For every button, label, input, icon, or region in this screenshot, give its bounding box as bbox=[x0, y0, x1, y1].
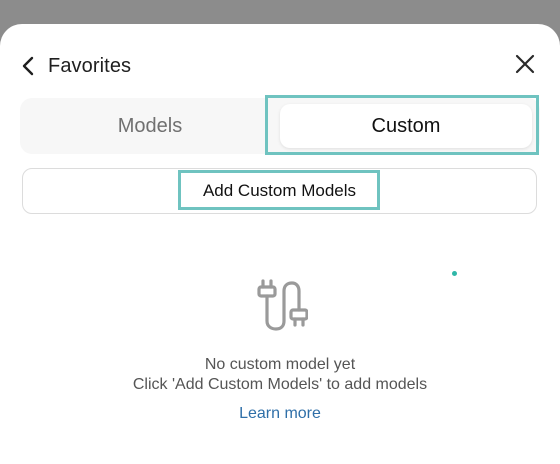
chevron-left-icon bbox=[22, 56, 34, 76]
empty-state-hint: Click 'Add Custom Models' to add models bbox=[132, 376, 428, 393]
close-icon bbox=[512, 51, 538, 77]
sheet-header: Favorites bbox=[0, 24, 560, 104]
learn-more-link[interactable]: Learn more bbox=[0, 405, 560, 423]
tab-custom[interactable]: Custom bbox=[280, 104, 532, 148]
tab-models[interactable]: Models bbox=[24, 104, 276, 148]
favorites-sheet: Favorites Models Custom Add Custom Model… bbox=[0, 24, 560, 464]
back-button[interactable]: Favorites bbox=[22, 52, 131, 80]
add-custom-models-button[interactable]: Add Custom Models bbox=[22, 168, 537, 214]
segmented-control: Models Custom bbox=[20, 98, 540, 154]
plug-connector-icon bbox=[252, 279, 308, 331]
close-button[interactable] bbox=[512, 51, 538, 77]
empty-state-title: No custom model yet bbox=[204, 356, 356, 373]
accent-dot bbox=[452, 271, 457, 276]
header-title: Favorites bbox=[48, 54, 132, 77]
